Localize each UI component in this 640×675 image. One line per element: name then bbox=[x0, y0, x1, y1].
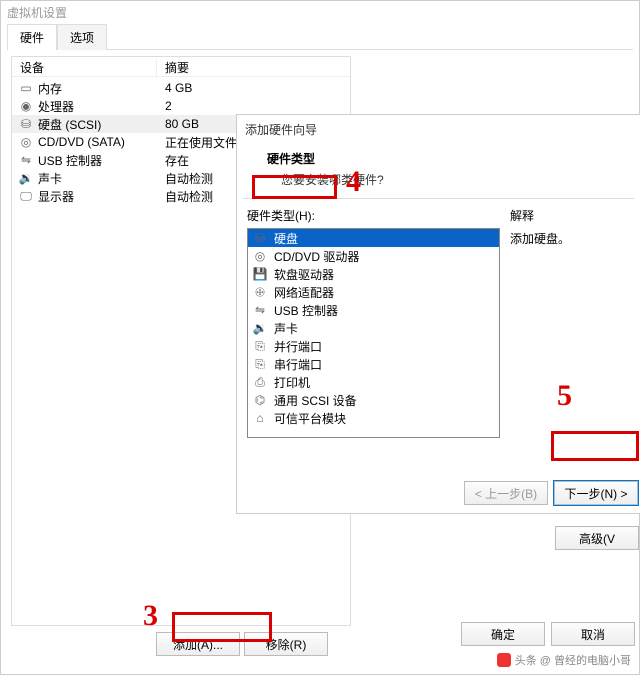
device-list-header: 设备 摘要 bbox=[12, 57, 350, 79]
hardware-item-label: 打印机 bbox=[274, 374, 310, 391]
device-name: CD/DVD (SATA) bbox=[38, 135, 125, 149]
hardware-item[interactable]: 💾 软盘驱动器 bbox=[248, 265, 499, 283]
serial-icon: ⎘ bbox=[252, 357, 268, 371]
wizard-body: 硬件类型(H): ⛁ 硬盘 ◎ CD/DVD 驱动器 💾 软盘驱动器 🕀 网络适配器 ⇋ USB … bbox=[237, 207, 640, 438]
device-name: 处理器 bbox=[38, 98, 74, 115]
sound-icon: 🔉 bbox=[18, 171, 34, 185]
wizard-footer: < 上一步(B) 下一步(N) > bbox=[464, 481, 638, 505]
wizard-explain: 解释 添加硬盘。 bbox=[510, 207, 630, 438]
tab-hardware[interactable]: 硬件 bbox=[7, 24, 57, 50]
hardware-item-label: 通用 SCSI 设备 bbox=[274, 392, 357, 409]
usb-icon: ⇋ bbox=[18, 153, 34, 167]
hardware-item[interactable]: ⌂ 可信平台模块 bbox=[248, 409, 499, 427]
cancel-button[interactable]: 取消 bbox=[551, 622, 635, 646]
advanced-button[interactable]: 高级(V bbox=[555, 526, 639, 550]
hardware-item[interactable]: ⎘ 串行端口 bbox=[248, 355, 499, 373]
device-row[interactable]: ▭ 内存 4 GB bbox=[12, 79, 350, 97]
hardware-item-label: USB 控制器 bbox=[274, 302, 338, 319]
display-icon: 🖵 bbox=[18, 189, 34, 203]
ok-button[interactable]: 确定 bbox=[461, 622, 545, 646]
add-button[interactable]: 添加(A)... bbox=[156, 632, 240, 656]
wizard-separator bbox=[243, 198, 634, 199]
hardware-item-label: 网络适配器 bbox=[274, 284, 334, 301]
parallel-icon: ⎘ bbox=[252, 339, 268, 353]
device-summary: 4 GB bbox=[157, 81, 350, 95]
hardware-item-label: CD/DVD 驱动器 bbox=[274, 248, 359, 265]
vm-settings-window: 虚拟机设置 硬件 选项 设备 摘要 ▭内存4 GB◉处理器2⛁硬盘 (SCSI)… bbox=[0, 0, 640, 675]
hardware-item-label: 并行端口 bbox=[274, 338, 322, 355]
hardware-item[interactable]: 🕀 网络适配器 bbox=[248, 283, 499, 301]
tab-options[interactable]: 选项 bbox=[57, 24, 107, 50]
hardware-item[interactable]: 🔉 声卡 bbox=[248, 319, 499, 337]
explain-label: 解释 bbox=[510, 207, 630, 224]
wizard-title: 添加硬件向导 bbox=[237, 115, 640, 144]
tab-bar: 硬件 选项 bbox=[7, 23, 633, 50]
device-name: USB 控制器 bbox=[38, 152, 102, 169]
hardware-item[interactable]: ⇋ USB 控制器 bbox=[248, 301, 499, 319]
hardware-item[interactable]: ⎙ 打印机 bbox=[248, 373, 499, 391]
content-area: 设备 摘要 ▭内存4 GB◉处理器2⛁硬盘 (SCSI)80 GB◎CD/DVD… bbox=[1, 50, 639, 62]
net-icon: 🕀 bbox=[252, 285, 268, 299]
add-hardware-wizard: 添加硬件向导 硬件类型 您要安装哪类硬件? 硬件类型(H): ⛁ 硬盘 ◎ CD/DV… bbox=[236, 114, 640, 514]
wizard-heading: 硬件类型 bbox=[267, 150, 640, 167]
device-name: 硬盘 (SCSI) bbox=[38, 116, 101, 133]
hardware-type-label: 硬件类型(H): bbox=[247, 207, 500, 224]
tpm-icon: ⌂ bbox=[252, 411, 268, 425]
hardware-type-wrap: 硬件类型(H): ⛁ 硬盘 ◎ CD/DVD 驱动器 💾 软盘驱动器 🕀 网络适配器 ⇋ USB … bbox=[247, 207, 500, 438]
hardware-item-label: 硬盘 bbox=[274, 230, 298, 247]
hardware-item[interactable]: ⌬ 通用 SCSI 设备 bbox=[248, 391, 499, 409]
hardware-item[interactable]: ⎘ 并行端口 bbox=[248, 337, 499, 355]
next-button[interactable]: 下一步(N) > bbox=[554, 481, 638, 505]
watermark-text: 头条 @ 曾经的电脑小哥 bbox=[515, 652, 631, 668]
device-name: 声卡 bbox=[38, 170, 62, 187]
explain-text: 添加硬盘。 bbox=[510, 230, 630, 247]
hardware-item-label: 软盘驱动器 bbox=[274, 266, 334, 283]
back-button[interactable]: < 上一步(B) bbox=[464, 481, 548, 505]
disk-icon: ⛁ bbox=[18, 117, 34, 131]
floppy-icon: 💾 bbox=[252, 267, 268, 281]
sound-icon: 🔉 bbox=[252, 321, 268, 335]
scsi-icon: ⌬ bbox=[252, 393, 268, 407]
memory-icon: ▭ bbox=[18, 81, 34, 95]
cpu-icon: ◉ bbox=[18, 99, 34, 113]
col-summary: 摘要 bbox=[157, 59, 350, 77]
hardware-item-label: 串行端口 bbox=[274, 356, 322, 373]
hardware-item[interactable]: ◎ CD/DVD 驱动器 bbox=[248, 247, 499, 265]
printer-icon: ⎙ bbox=[252, 375, 268, 389]
cd-icon: ◎ bbox=[18, 135, 34, 149]
window-title: 虚拟机设置 bbox=[1, 1, 639, 23]
dialog-footer: 确定 取消 bbox=[461, 622, 635, 646]
device-name: 内存 bbox=[38, 80, 62, 97]
hardware-item-label: 声卡 bbox=[274, 320, 298, 337]
wizard-subheading: 您要安装哪类硬件? bbox=[281, 171, 640, 188]
hardware-item-label: 可信平台模块 bbox=[274, 410, 346, 427]
cd-icon: ◎ bbox=[252, 249, 268, 263]
hardware-type-list[interactable]: ⛁ 硬盘 ◎ CD/DVD 驱动器 💾 软盘驱动器 🕀 网络适配器 ⇋ USB 控制器 🔉 声卡 ⎘ 并行… bbox=[247, 228, 500, 438]
device-name: 显示器 bbox=[38, 188, 74, 205]
remove-button[interactable]: 移除(R) bbox=[244, 632, 328, 656]
col-device: 设备 bbox=[12, 59, 157, 77]
watermark-icon bbox=[497, 653, 511, 667]
device-row[interactable]: ◉ 处理器 2 bbox=[12, 97, 350, 115]
device-buttons: 添加(A)... 移除(R) bbox=[156, 632, 328, 656]
usb-icon: ⇋ bbox=[252, 303, 268, 317]
device-summary: 2 bbox=[157, 99, 350, 113]
watermark: 头条 @ 曾经的电脑小哥 bbox=[497, 652, 631, 668]
disk-icon: ⛁ bbox=[252, 231, 268, 245]
hardware-item[interactable]: ⛁ 硬盘 bbox=[248, 229, 499, 247]
